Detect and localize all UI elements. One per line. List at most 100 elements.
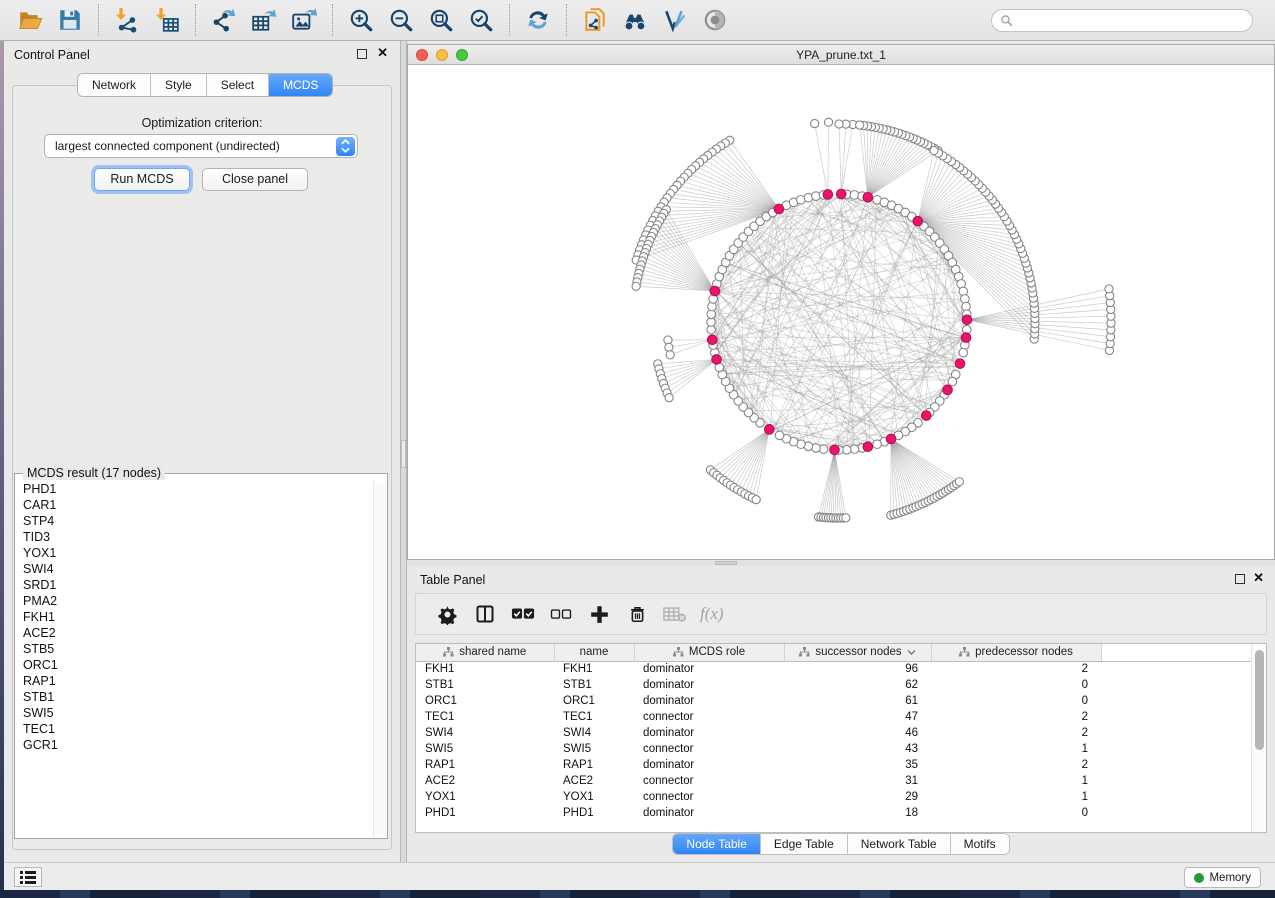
toolbar-separator [332, 4, 333, 36]
hide-preview-icon[interactable] [700, 5, 730, 35]
list-item[interactable]: PHD1 [16, 481, 372, 497]
deselect-all-checkboxes-icon[interactable] [546, 601, 576, 627]
tab-mcds[interactable]: MCDS [269, 74, 332, 96]
vertical-splitter-handle[interactable] [401, 440, 406, 468]
criterion-dropdown[interactable]: largest connected component (undirected) [44, 134, 358, 158]
import-network-icon[interactable] [112, 5, 142, 35]
cytoscape-window: Control Panel ✕ Network Style Select MCD… [0, 0, 1275, 898]
apply-layout-icon[interactable] [523, 5, 553, 35]
table-scrollbar[interactable] [1251, 644, 1266, 832]
column-header-successor-nodes[interactable]: successor nodes [784, 644, 931, 661]
tab-style[interactable]: Style [151, 74, 207, 96]
table-row[interactable]: PHD1PHD1dominator180 [416, 805, 1252, 821]
tab-node-table[interactable]: Node Table [673, 834, 761, 854]
list-item[interactable]: ACE2 [16, 625, 372, 641]
list-item[interactable]: TID3 [16, 529, 372, 545]
list-item[interactable]: GCR1 [16, 737, 372, 753]
list-icon [20, 871, 36, 884]
table-row[interactable]: TEC1TEC1connector472 [416, 709, 1252, 725]
list-item[interactable]: ORC1 [16, 657, 372, 673]
toolbar-separator [566, 4, 567, 36]
add-column-icon[interactable] [584, 601, 614, 627]
memory-button[interactable]: Memory [1184, 867, 1261, 888]
node-table: shared name name MCDS role successor nod… [415, 643, 1267, 833]
zoom-out-icon[interactable] [386, 5, 416, 35]
table-row[interactable]: STB1STB1dominator620 [416, 677, 1252, 693]
zoom-fit-icon[interactable] [426, 5, 456, 35]
list-item[interactable]: CAR1 [16, 497, 372, 513]
delete-table-icon[interactable] [660, 601, 690, 627]
column-header-predecessor-nodes[interactable]: predecessor nodes [931, 644, 1101, 661]
horizontal-splitter-handle[interactable] [715, 561, 737, 565]
settings-gear-icon[interactable] [432, 601, 462, 627]
select-all-checkboxes-icon[interactable] [508, 601, 538, 627]
column-header-mcds-role[interactable]: MCDS role [634, 644, 784, 661]
function-builder-icon[interactable]: f(x) [700, 604, 724, 624]
column-type-icon [799, 647, 810, 657]
float-panel-icon[interactable] [357, 49, 367, 59]
share-document-icon[interactable] [580, 5, 610, 35]
list-item[interactable]: RAP1 [16, 673, 372, 689]
list-item[interactable]: SWI4 [16, 561, 372, 577]
toolbar-separator [509, 4, 510, 36]
desktop-wallpaper-bottom [0, 890, 1275, 898]
memory-label: Memory [1209, 872, 1251, 884]
float-panel-icon[interactable] [1235, 574, 1245, 584]
show-columns-icon[interactable] [470, 601, 500, 627]
task-history-button[interactable] [14, 867, 42, 887]
tab-network[interactable]: Network [78, 74, 151, 96]
tab-network-table[interactable]: Network Table [848, 834, 951, 854]
list-item[interactable]: YOX1 [16, 545, 372, 561]
list-item[interactable]: PMA2 [16, 593, 372, 609]
tab-edge-table[interactable]: Edge Table [761, 834, 848, 854]
export-image-icon[interactable] [289, 5, 319, 35]
mcds-list-scrollbar[interactable] [373, 481, 386, 837]
run-mcds-button[interactable]: Run MCDS [94, 168, 190, 191]
table-row[interactable]: SWI5SWI5connector431 [416, 741, 1252, 757]
list-item[interactable]: STP4 [16, 513, 372, 529]
search-icon [1000, 14, 1013, 27]
tab-motifs[interactable]: Motifs [951, 834, 1009, 854]
list-item[interactable]: STB1 [16, 689, 372, 705]
style-preview-icon[interactable] [660, 5, 690, 35]
table-row[interactable]: RAP1RAP1dominator352 [416, 757, 1252, 773]
network-view-window: YPA_prune.txt_1 [407, 44, 1275, 560]
import-table-icon[interactable] [152, 5, 182, 35]
list-item[interactable]: SWI5 [16, 705, 372, 721]
open-file-icon[interactable] [15, 5, 45, 35]
column-header-name[interactable]: name [554, 644, 634, 661]
close-mcds-panel-button[interactable]: Close panel [202, 168, 308, 191]
global-search-field[interactable] [991, 9, 1253, 32]
close-panel-icon[interactable]: ✕ [1253, 571, 1264, 585]
optimization-criterion-label: Optimization criterion: [4, 116, 400, 130]
table-row[interactable]: SWI4SWI4dominator462 [416, 725, 1252, 741]
vertical-splitter[interactable] [400, 41, 407, 862]
close-panel-icon[interactable]: ✕ [377, 46, 388, 60]
export-network-icon[interactable] [209, 5, 239, 35]
column-header-shared-name[interactable]: shared name [416, 644, 554, 661]
list-item[interactable]: SRD1 [16, 577, 372, 593]
table-row[interactable]: ORC1ORC1dominator610 [416, 693, 1252, 709]
search-network-icon[interactable] [620, 5, 650, 35]
delete-column-icon[interactable] [622, 601, 652, 627]
table-row[interactable]: YOX1YOX1connector291 [416, 789, 1252, 805]
search-input[interactable] [1019, 14, 1244, 28]
table-panel: Table Panel ✕ [407, 566, 1275, 862]
table-row[interactable]: FKH1FKH1dominator962 [416, 661, 1252, 677]
mcds-result-list: PHD1CAR1STP4TID3YOX1SWI4SRD1PMA2FKH1ACE2… [16, 481, 372, 837]
tab-select[interactable]: Select [207, 74, 269, 96]
main-toolbar [0, 0, 1275, 41]
table-scrollbar-thumb[interactable] [1255, 650, 1264, 750]
table-panel-header: Table Panel ✕ [407, 566, 1275, 592]
list-item[interactable]: FKH1 [16, 609, 372, 625]
save-session-icon[interactable] [55, 5, 85, 35]
zoom-selected-icon[interactable] [466, 5, 496, 35]
zoom-in-icon[interactable] [346, 5, 376, 35]
network-canvas[interactable] [408, 65, 1274, 559]
export-table-icon[interactable] [249, 5, 279, 35]
control-panel: Control Panel ✕ Network Style Select MCD… [4, 41, 400, 862]
table-row[interactable]: ACE2ACE2connector311 [416, 773, 1252, 789]
list-item[interactable]: STB5 [16, 641, 372, 657]
network-window-titlebar[interactable]: YPA_prune.txt_1 [408, 45, 1274, 65]
list-item[interactable]: TEC1 [16, 721, 372, 737]
